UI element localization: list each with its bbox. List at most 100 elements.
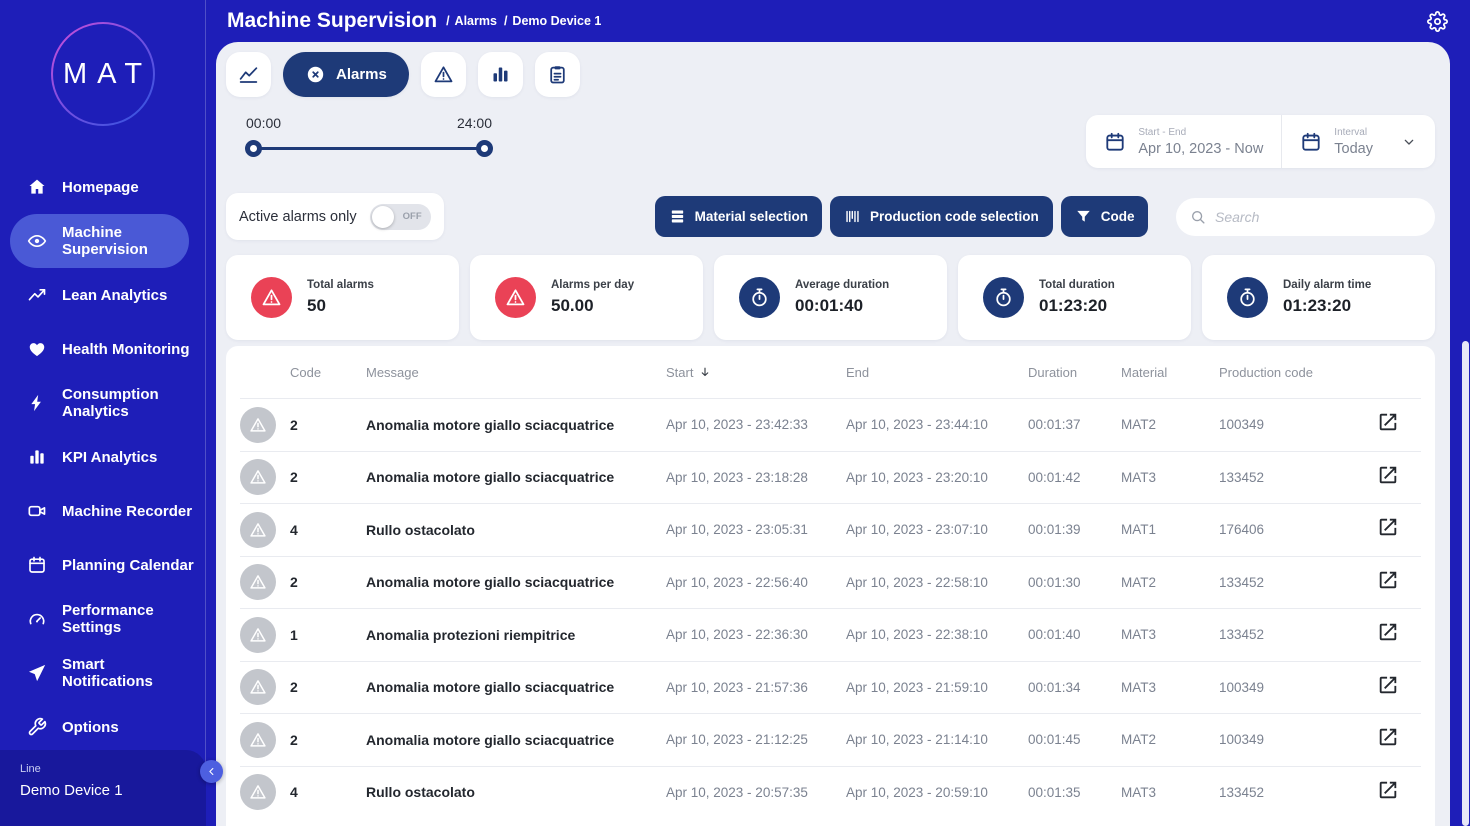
col-end[interactable]: End	[846, 365, 1028, 380]
cell-production-code: 133452	[1219, 574, 1265, 590]
warning-icon	[433, 64, 454, 85]
open-alarm-icon[interactable]	[1377, 464, 1399, 486]
device-selector[interactable]: Line Demo Device 1	[0, 750, 206, 826]
stat-value: 01:23:20	[1039, 296, 1108, 315]
sidebar-item[interactable]: Machine Recorder	[0, 484, 205, 538]
tab[interactable]	[477, 52, 523, 97]
sidebar-item-label: Options	[62, 718, 119, 736]
table-row[interactable]: 2 Anomalia motore giallo sciacquatrice A…	[240, 450, 1421, 504]
cell-material: MAT3	[1121, 784, 1157, 800]
cell-end: Apr 10, 2023 - 22:38:10	[846, 627, 988, 643]
cell-material: MAT2	[1121, 574, 1157, 590]
date-range-picker[interactable]: Start - End Apr 10, 2023 - Now	[1086, 115, 1281, 168]
send-icon	[27, 663, 47, 683]
open-alarm-icon[interactable]	[1377, 516, 1399, 538]
cell-duration: 00:01:45	[1028, 732, 1081, 748]
cell-code: 1	[290, 626, 298, 643]
search-input[interactable]	[1215, 208, 1421, 225]
filter-button-label: Code	[1100, 209, 1135, 224]
home-icon	[27, 177, 47, 197]
active-alarms-toggle[interactable]: OFF	[369, 203, 431, 230]
cell-production-code: 176406	[1219, 522, 1265, 538]
sidebar-item[interactable]: Performance Settings	[0, 592, 205, 646]
warning-icon	[249, 573, 267, 591]
warning-icon	[505, 287, 526, 308]
tab[interactable]: Alarms	[283, 52, 409, 97]
barcode-icon	[844, 208, 861, 225]
filter-button-label: Material selection	[694, 209, 808, 224]
sidebar-item[interactable]: Lean Analytics	[0, 268, 205, 322]
sort-desc-icon	[698, 365, 712, 379]
cell-duration: 00:01:39	[1028, 522, 1081, 538]
col-duration[interactable]: Duration	[1028, 365, 1121, 380]
sidebar-item[interactable]: Consumption Analytics	[0, 376, 205, 430]
breadcrumb-item: / Alarms	[446, 14, 497, 28]
open-alarm-icon[interactable]	[1377, 726, 1399, 748]
open-alarm-icon[interactable]	[1377, 621, 1399, 643]
col-material[interactable]: Material	[1121, 365, 1219, 380]
slider-track[interactable]	[248, 147, 490, 150]
table-row[interactable]: 2 Anomalia motore giallo sciacquatrice A…	[240, 713, 1421, 766]
open-alarm-icon[interactable]	[1377, 674, 1399, 696]
stopwatch-icon	[993, 287, 1014, 308]
table-row[interactable]: 2 Anomalia motore giallo sciacquatrice A…	[240, 555, 1421, 609]
filter-button[interactable]: Material selection	[654, 196, 822, 237]
cell-duration: 00:01:35	[1028, 784, 1081, 800]
chevron-down-icon	[1401, 134, 1417, 150]
cell-start: Apr 10, 2023 - 21:12:25	[666, 732, 808, 748]
slider-handle-start[interactable]	[245, 140, 262, 157]
warning-icon	[249, 626, 267, 644]
device-selector-label: Line	[20, 763, 41, 775]
main-panel: Alarms 00:00 24:00 Start - End Apr 10, 2…	[216, 42, 1450, 826]
open-alarm-icon[interactable]	[1377, 411, 1399, 433]
tab[interactable]	[226, 52, 271, 97]
stat-card: Average duration 00:01:40	[714, 255, 947, 340]
table-row[interactable]: 4 Rullo ostacolato Apr 10, 2023 - 23:05:…	[240, 503, 1421, 556]
filter-button[interactable]: Code	[1060, 196, 1149, 237]
tab[interactable]	[534, 52, 580, 97]
open-alarm-icon[interactable]	[1377, 779, 1399, 801]
warning-icon	[249, 468, 267, 486]
open-alarm-icon[interactable]	[1377, 569, 1399, 591]
sidebar-item[interactable]: Health Monitoring	[0, 322, 205, 376]
page-scrollbar[interactable]	[1462, 341, 1469, 826]
sidebar-item[interactable]: Machine Supervision	[10, 214, 189, 268]
topbar: Machine Supervision / Alarms / Demo Device…	[227, 0, 1448, 42]
warning-icon	[249, 783, 267, 801]
sidebar-collapse-button[interactable]	[200, 760, 223, 783]
cell-end: Apr 10, 2023 - 21:14:10	[846, 732, 988, 748]
cell-start: Apr 10, 2023 - 23:42:33	[666, 417, 808, 433]
settings-gear-icon[interactable]	[1427, 10, 1448, 32]
cell-code: 2	[290, 731, 298, 748]
toggle-state-label: OFF	[402, 211, 422, 222]
alarm-avatar	[240, 564, 276, 601]
col-code[interactable]: Code	[290, 365, 366, 380]
col-message[interactable]: Message	[366, 365, 666, 380]
stopwatch-icon	[749, 287, 770, 308]
filter-button[interactable]: Production code selection	[829, 196, 1053, 237]
warning-icon	[249, 731, 267, 749]
cell-production-code: 133452	[1219, 784, 1265, 800]
gauge-icon	[27, 609, 47, 629]
table-row[interactable]: 2 Anomalia motore giallo sciacquatrice A…	[240, 660, 1421, 714]
sidebar-item[interactable]: Options	[0, 700, 205, 754]
col-production-code[interactable]: Production code	[1219, 365, 1377, 380]
warning-icon	[249, 678, 267, 696]
slider-handle-end[interactable]	[476, 140, 493, 157]
tab[interactable]	[420, 52, 466, 97]
stat-label: Alarms per day	[551, 279, 635, 291]
sidebar-item[interactable]: KPI Analytics	[0, 430, 205, 484]
table-row[interactable]: 2 Anomalia motore giallo sciacquatrice A…	[240, 398, 1421, 451]
sidebar-item[interactable]: Homepage	[0, 160, 205, 214]
cell-message: Rullo ostacolato	[366, 784, 475, 801]
table-row[interactable]: 4 Rullo ostacolato Apr 10, 2023 - 20:57:…	[240, 765, 1421, 819]
sidebar-item[interactable]: Planning Calendar	[0, 538, 205, 592]
sidebar-item-label: Consumption Analytics	[62, 386, 159, 420]
col-start[interactable]: Start	[666, 365, 846, 380]
filters-row: Active alarms only OFF Material selectio…	[226, 193, 1435, 240]
sidebar-item[interactable]: Smart Notifications	[0, 646, 205, 700]
table-row[interactable]: 1 Anomalia protezioni riempitrice Apr 10…	[240, 608, 1421, 661]
calendar-icon	[1104, 131, 1126, 153]
stat-card: Alarms per day 50.00	[470, 255, 703, 340]
interval-select[interactable]: Interval Today	[1282, 115, 1435, 168]
